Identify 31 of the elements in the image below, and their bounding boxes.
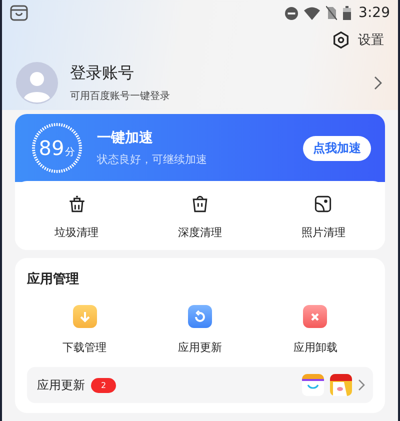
status-time: 3:29 — [358, 5, 390, 21]
app-tool[interactable]: 下载管理 — [27, 302, 142, 355]
refresh-icon — [186, 302, 214, 330]
chevron-right-icon — [358, 379, 365, 391]
updates-label: 应用更新 — [37, 376, 85, 394]
download-icon — [70, 302, 99, 330]
app-notification-icon — [10, 5, 28, 21]
app-updates-row[interactable]: 应用更新 2 — [27, 367, 373, 403]
settings-icon — [332, 31, 350, 49]
clean-tool[interactable]: 照片清理 — [262, 193, 385, 240]
do-not-disturb-icon — [284, 6, 298, 20]
update-count-badge: 2 — [91, 378, 116, 392]
section-title: 应用管理 — [27, 270, 80, 288]
boost-title: 一键加速 — [97, 129, 154, 147]
login-subtitle: 可用百度账号一键登录 — [70, 90, 171, 103]
battery-icon — [342, 6, 351, 20]
boost-subtitle: 状态良好，可继续加速 — [97, 152, 208, 167]
app-icon — [302, 374, 324, 396]
wifi-icon — [304, 6, 320, 20]
settings-button[interactable]: 设置 — [332, 28, 384, 52]
delete-icon — [301, 302, 330, 330]
no-sim-icon — [326, 6, 337, 20]
app-tool[interactable]: 应用更新 — [142, 302, 258, 355]
boost-button[interactable]: 点我加速 — [303, 136, 371, 160]
login-title[interactable]: 登录账号 — [70, 63, 362, 84]
clean-tool[interactable]: 深度清理 — [138, 193, 262, 240]
chevron-right-icon[interactable] — [374, 76, 382, 90]
app-icon — [330, 374, 352, 396]
app-tool[interactable]: 应用卸载 — [258, 302, 373, 355]
score-gauge: 89分 — [31, 122, 83, 174]
clean-tool[interactable]: 垃圾清理 — [15, 193, 138, 240]
